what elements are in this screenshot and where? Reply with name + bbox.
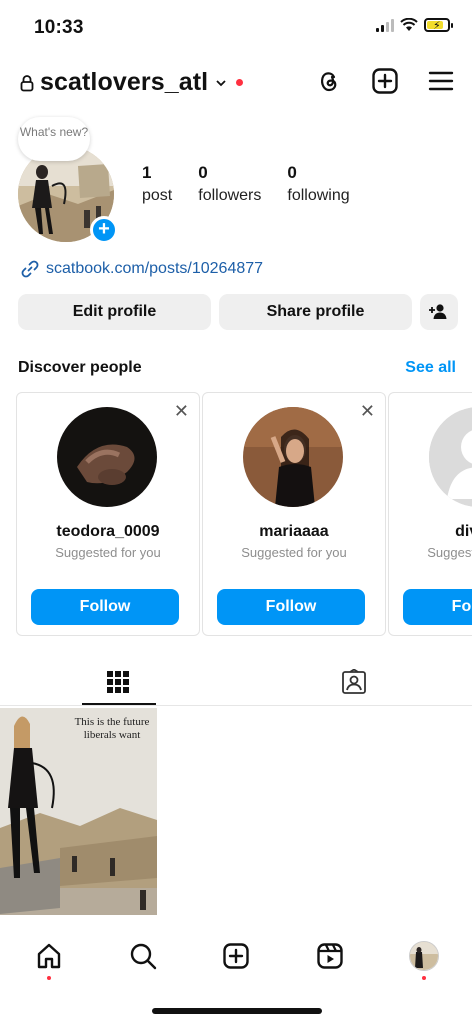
post-caption: This is the future liberals want — [74, 716, 150, 741]
stat-label: followers — [198, 187, 262, 204]
avatar — [409, 941, 439, 971]
link-text: scatbook.com/posts/10264877 — [46, 260, 264, 277]
reels-icon — [317, 943, 343, 969]
status-time: 10:33 — [34, 17, 84, 38]
tab-tagged[interactable] — [236, 658, 472, 706]
create-icon — [223, 943, 249, 969]
discover-header: Discover people See all — [18, 359, 456, 377]
active-tab-indicator — [82, 703, 156, 705]
default-avatar-icon[interactable] — [429, 407, 472, 507]
profile-header: scatlovers_atl — [0, 62, 472, 106]
suggestion-card[interactable]: divyay Suggested for you Follow — [388, 392, 472, 636]
suggestion-card[interactable]: ✕ teodora_0009 Suggested for you Follow — [16, 392, 200, 636]
profile-link[interactable]: scatbook.com/posts/10264877 — [20, 259, 263, 279]
grid-icon — [107, 671, 129, 693]
close-icon[interactable]: ✕ — [360, 401, 375, 422]
profile-stats: 1 post 0 followers 0 following — [142, 163, 376, 205]
signal-icon — [376, 18, 394, 32]
account-switcher[interactable]: scatlovers_atl — [20, 68, 244, 97]
create-icon[interactable] — [370, 66, 400, 96]
nav-create[interactable] — [218, 938, 254, 974]
username: scatlovers_atl — [40, 68, 209, 96]
link-icon — [21, 260, 39, 278]
discover-title: Discover people — [18, 359, 142, 376]
home-indicator — [152, 1008, 322, 1014]
stat-followers[interactable]: 0 followers — [198, 163, 261, 205]
close-icon[interactable]: ✕ — [174, 401, 189, 422]
search-icon — [130, 943, 157, 970]
home-icon — [37, 943, 61, 969]
status-bar: 10:33 ⚡ — [0, 0, 472, 52]
suggestion-reason: Suggested for you — [241, 545, 347, 560]
discover-people-button[interactable] — [420, 294, 458, 330]
profile-tabs — [0, 658, 472, 706]
menu-icon[interactable] — [426, 66, 456, 96]
suggestion-avatar[interactable] — [243, 407, 343, 507]
suggestion-carousel[interactable]: ✕ teodora_0009 Suggested for you Follow … — [16, 392, 472, 638]
suggestion-reason: Suggested for you — [427, 545, 472, 560]
tab-posts[interactable] — [0, 658, 236, 706]
lock-icon — [20, 74, 34, 91]
stat-label: post — [142, 187, 173, 204]
nav-home[interactable] — [31, 938, 67, 974]
suggestion-reason: Suggested for you — [55, 545, 161, 560]
suggestion-name: mariaaaa — [259, 523, 329, 540]
note-text: What's new? — [19, 125, 89, 139]
stat-value: 0 — [287, 163, 297, 182]
suggestion-avatar[interactable] — [57, 407, 157, 507]
notification-dot — [422, 976, 426, 980]
tagged-icon — [342, 669, 366, 694]
add-person-icon — [429, 304, 447, 319]
follow-button[interactable]: Follow — [217, 589, 365, 625]
battery-icon: ⚡ — [424, 18, 453, 32]
notification-dot — [47, 976, 51, 980]
stat-value: 0 — [198, 163, 208, 182]
follow-button[interactable]: Follow — [403, 589, 472, 625]
note-bubble[interactable]: What's new? — [18, 117, 90, 161]
chevron-down-icon[interactable] — [214, 76, 228, 90]
stat-posts[interactable]: 1 post — [142, 163, 172, 205]
status-icons: ⚡ — [376, 18, 453, 32]
edit-profile-button[interactable]: Edit profile — [18, 294, 211, 330]
bottom-nav — [0, 930, 472, 986]
suggestion-card[interactable]: ✕ mariaaaa Suggested for you Follow — [202, 392, 386, 636]
add-story-button[interactable]: + — [90, 216, 118, 244]
share-profile-button[interactable]: Share profile — [219, 294, 412, 330]
nav-profile[interactable] — [406, 938, 442, 974]
stat-label: following — [287, 187, 350, 204]
notification-dot — [236, 79, 244, 86]
wifi-icon — [400, 18, 418, 31]
nav-reels[interactable] — [312, 938, 348, 974]
suggestion-name: teodora_0009 — [56, 523, 160, 540]
nav-search[interactable] — [125, 938, 161, 974]
profile-buttons: Edit profile Share profile — [18, 294, 458, 330]
stat-value: 1 — [142, 163, 152, 182]
see-all-link[interactable]: See all — [405, 359, 456, 377]
stat-following[interactable]: 0 following — [287, 163, 349, 205]
header-actions — [314, 66, 456, 96]
suggestion-name: divyay — [455, 523, 472, 540]
post-thumbnail[interactable]: This is the future liberals want — [0, 708, 157, 915]
threads-icon[interactable] — [314, 66, 344, 96]
follow-button[interactable]: Follow — [31, 589, 179, 625]
